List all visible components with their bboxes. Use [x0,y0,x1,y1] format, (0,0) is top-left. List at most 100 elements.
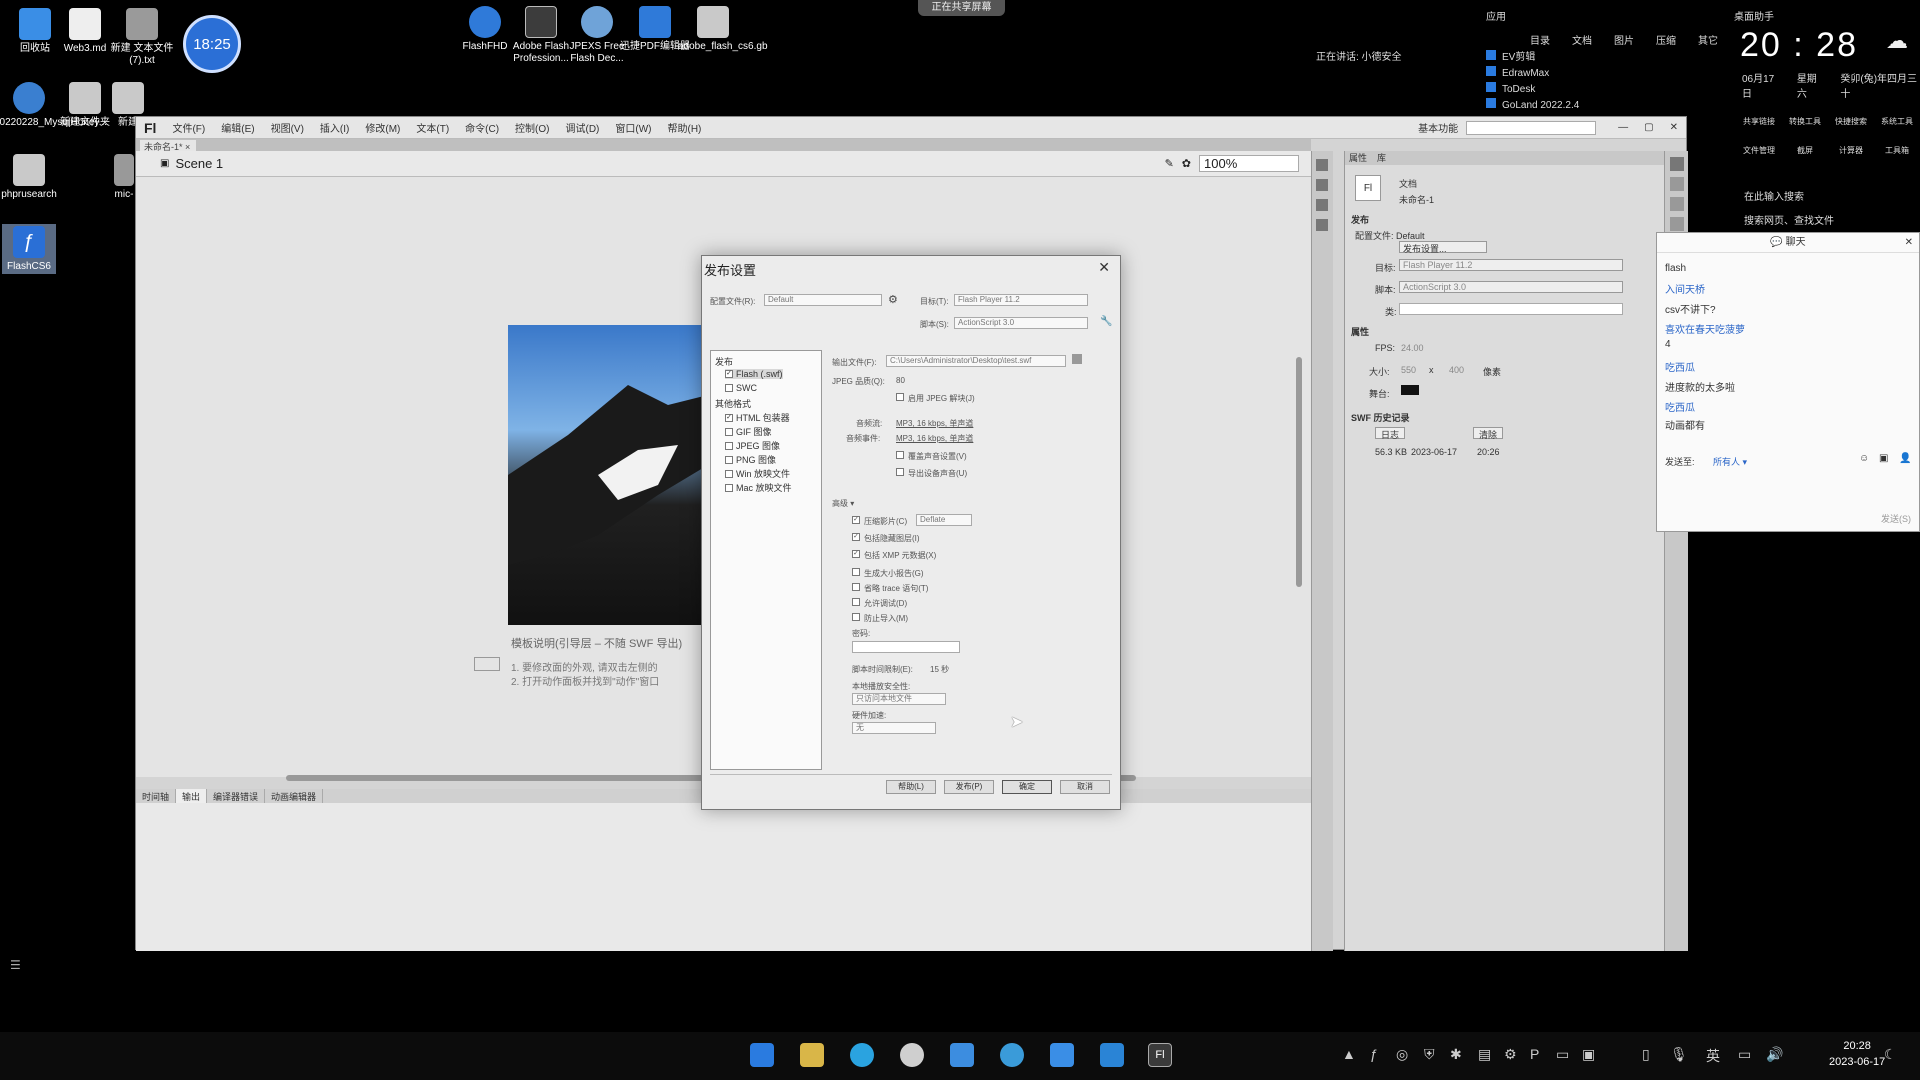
app-icon[interactable] [1000,1043,1024,1067]
widget-search-sub[interactable]: 搜索网页、查找文件 [1744,212,1834,227]
edge-browser-icon[interactable] [850,1043,874,1067]
network-icon[interactable]: ▭ [1738,1046,1751,1063]
free-transform-tool-icon[interactable] [1670,197,1684,211]
send-button[interactable]: 发送(S) [1881,512,1911,525]
menu-insert[interactable]: 插入(I) [312,120,357,135]
notification-icon[interactable]: ☾ [1884,1046,1897,1063]
menu-view[interactable]: 视图(V) [263,120,312,135]
app-tab[interactable]: 其它 [1698,32,1718,47]
phone-icon[interactable]: ▯ [1642,1046,1650,1063]
meeting-icon[interactable] [1050,1043,1074,1067]
protect-import-option[interactable]: 防止导入(M) [852,613,908,624]
checkbox[interactable]: ✓ [852,533,860,541]
tray-window-icon[interactable]: ▣ [1582,1046,1595,1063]
edit-scene-icon[interactable]: ✎ [1165,157,1174,170]
size-width[interactable]: 550 [1401,365,1416,375]
chrome-icon[interactable] [900,1043,924,1067]
send-to-select[interactable]: 所有人 ▾ [1713,455,1747,468]
widget-tool[interactable]: 共享链接 [1736,116,1782,127]
vertical-scrollbar[interactable] [1296,357,1302,587]
desktop-icon-adobe-flash-folder[interactable]: adobe_flash_cs6.gb [678,6,768,53]
menu-control[interactable]: 控制(O) [507,120,557,135]
stage-placeholder-box[interactable] [474,657,500,671]
widget-tool[interactable]: 转换工具 [1782,116,1828,127]
emoji-icon[interactable]: ☺ [1859,453,1869,464]
app-tab[interactable]: 压缩 [1656,32,1676,47]
tray-bluetooth-icon[interactable]: ✱ [1450,1046,1462,1063]
format-win-projector[interactable]: Win 放映文件 [725,467,790,480]
script-time-limit-value[interactable]: 15 秒 [930,664,949,675]
tab-properties[interactable]: 属性 [1349,151,1367,165]
maximize-icon[interactable]: ▢ [1636,122,1661,133]
format-swc[interactable]: SWC [725,383,757,393]
checkbox[interactable] [725,483,733,492]
size-report-option[interactable]: 生成大小报告(G) [852,568,924,579]
panel-icon[interactable] [1316,159,1328,171]
menu-window[interactable]: 窗口(W) [607,120,659,135]
checkbox[interactable] [725,427,733,436]
widget-tool[interactable]: 计算器 [1828,145,1874,156]
checkbox[interactable] [725,384,733,392]
app-tab[interactable]: 目录 [1530,32,1550,47]
file-explorer-icon[interactable] [800,1043,824,1067]
scene-name[interactable]: Scene 1 [175,156,223,171]
lasso-tool-icon[interactable] [1670,217,1684,231]
volume-icon[interactable]: 🔊 [1766,1046,1783,1063]
widget-tool[interactable]: 系统工具 [1874,116,1920,127]
history-log-button[interactable]: 日志 [1375,427,1405,440]
audio-stream-value[interactable]: MP3, 16 kbps, 单声道 [896,418,973,429]
input-method-indicator[interactable]: 英 [1706,1046,1720,1066]
document-tab[interactable]: 未命名-1* × [140,140,196,152]
close-icon[interactable]: ✕ [1098,259,1110,276]
menu-commands[interactable]: 命令(C) [457,120,507,135]
panel-icon[interactable] [1316,199,1328,211]
widget-tool[interactable]: 文件管理 [1736,145,1782,156]
format-gif[interactable]: GIF 图像 [725,425,772,438]
size-height[interactable]: 400 [1449,365,1464,375]
script-select[interactable]: ActionScript 3.0 [954,317,1088,329]
zoom-select[interactable]: 100% [1199,155,1299,172]
format-html[interactable]: ✓ HTML 包装器 [725,411,790,424]
checkbox[interactable] [725,469,733,478]
tab-library[interactable]: 库 [1377,151,1386,165]
panel-icon[interactable] [1316,179,1328,191]
format-mac-projector[interactable]: Mac 放映文件 [725,481,792,494]
desktop-icon-phprusearch[interactable]: phprusearch [0,154,64,201]
menu-modify[interactable]: 修改(M) [357,120,408,135]
compress-select[interactable]: Deflate [916,514,972,526]
publish-settings-button[interactable]: 发布设置... [1399,241,1487,254]
flash-app-icon[interactable]: Fl [1148,1043,1172,1067]
fps-value[interactable]: 24.00 [1401,343,1424,353]
tray-meeting-icon[interactable]: ▲ [1342,1046,1356,1062]
subselection-tool-icon[interactable] [1670,177,1684,191]
tray-flash-icon[interactable]: ƒ [1370,1046,1378,1062]
export-device-sounds-option[interactable]: 导出设备声音(U) [896,468,967,479]
workspace-switcher[interactable]: 基本功能 [1410,120,1466,135]
vscode-icon[interactable] [1100,1043,1124,1067]
app-list-item[interactable]: ToDesk [1486,82,1579,98]
store-icon[interactable] [950,1043,974,1067]
include-xmp-option[interactable]: ✓ 包括 XMP 元数据(X) [852,550,936,561]
close-icon[interactable]: ✕ [1905,233,1913,253]
help-button[interactable]: 帮助(L) [886,780,936,794]
section-properties[interactable]: 属性 [1351,325,1369,338]
tray-monitor-icon[interactable]: ▭ [1556,1046,1569,1063]
tray-screenshot-icon[interactable]: ◎ [1396,1046,1408,1063]
checkbox[interactable] [896,393,904,401]
tray-shield-icon[interactable]: ⛨ [1424,1046,1435,1063]
image-icon[interactable]: ▣ [1879,453,1888,464]
ok-button[interactable]: 确定 [1002,780,1052,794]
app-list-item[interactable]: EdrawMax [1486,66,1579,82]
format-flash-swf[interactable]: ✓ Flash (.swf) [725,369,783,379]
app-tab[interactable]: 文档 [1572,32,1592,47]
checkbox[interactable]: ✓ [852,516,860,524]
target-select[interactable]: Flash Player 11.2 [1399,259,1623,271]
tray-store-icon[interactable]: ▤ [1478,1046,1491,1063]
profile-select[interactable]: Default [764,294,882,306]
class-input[interactable] [1399,303,1623,315]
tab-timeline[interactable]: 时间轴 [136,789,177,803]
output-panel[interactable] [136,803,1311,951]
cancel-button[interactable]: 取消 [1060,780,1110,794]
tab-motion-editor[interactable]: 动画编辑器 [265,789,324,803]
password-input[interactable] [852,641,960,653]
